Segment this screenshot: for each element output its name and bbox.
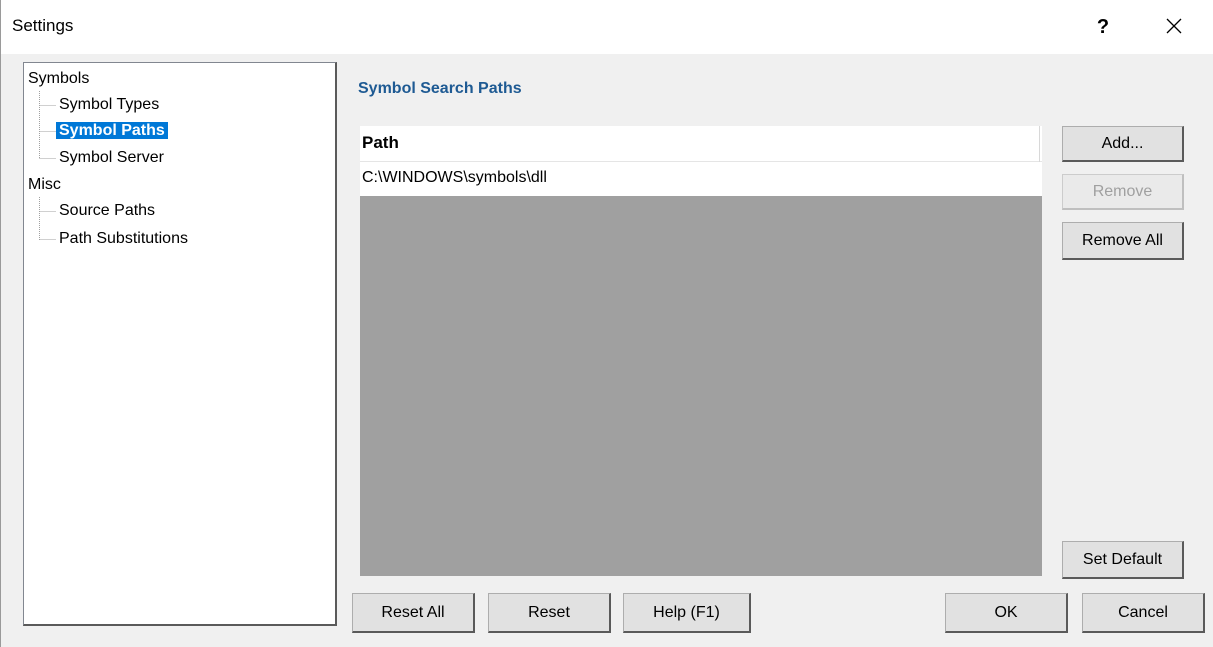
tree-item-symbol-types[interactable]: Symbol Types: [56, 94, 162, 116]
reset-button[interactable]: Reset: [488, 593, 611, 633]
set-default-button[interactable]: Set Default: [1062, 541, 1184, 579]
settings-tree[interactable]: Symbols Symbol Types Symbol Paths Symbol…: [23, 62, 337, 626]
section-heading: Symbol Search Paths: [358, 80, 522, 97]
remove-all-button[interactable]: Remove All: [1062, 222, 1184, 260]
help-f1-button[interactable]: Help (F1): [623, 593, 751, 633]
list-row[interactable]: C:\WINDOWS\symbols\dll: [360, 162, 1042, 196]
path-list[interactable]: Path C:\WINDOWS\symbols\dll: [360, 126, 1042, 576]
cancel-button[interactable]: Cancel: [1082, 593, 1205, 633]
title-bar: Settings ?: [1, 0, 1213, 54]
help-button[interactable]: ?: [1083, 8, 1123, 46]
close-icon: [1166, 18, 1182, 34]
list-row-path: C:\WINDOWS\symbols\dll: [362, 169, 547, 186]
ok-button[interactable]: OK: [945, 593, 1068, 633]
column-header-path[interactable]: Path: [362, 133, 399, 153]
window-title: Settings: [12, 16, 74, 35]
reset-all-button[interactable]: Reset All: [352, 593, 475, 633]
settings-dialog: Settings ? Symbols Symbol Types Symbol P…: [0, 0, 1213, 647]
tree-item-source-paths[interactable]: Source Paths: [56, 200, 158, 222]
tree-item-symbol-server[interactable]: Symbol Server: [56, 147, 167, 169]
remove-button[interactable]: Remove: [1062, 174, 1184, 210]
tree-item-symbols[interactable]: Symbols: [26, 68, 91, 90]
list-header: Path: [360, 126, 1042, 162]
tree-item-path-substitutions[interactable]: Path Substitutions: [56, 228, 191, 250]
add-button[interactable]: Add...: [1062, 126, 1184, 162]
tree-item-symbol-paths[interactable]: Symbol Paths: [56, 120, 168, 142]
column-divider[interactable]: [1039, 126, 1040, 162]
close-button[interactable]: [1151, 6, 1197, 46]
tree-item-misc[interactable]: Misc: [26, 174, 63, 196]
